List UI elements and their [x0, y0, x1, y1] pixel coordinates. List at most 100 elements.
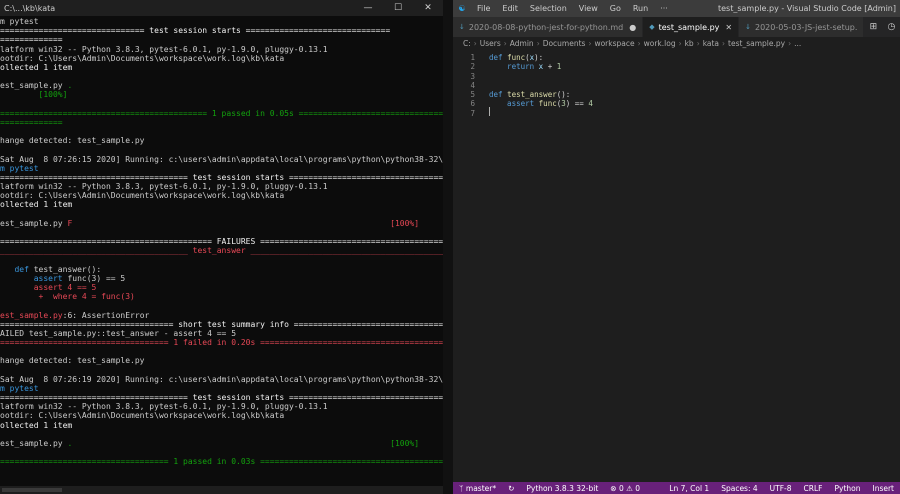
breadcrumb-item[interactable]: workspace	[594, 39, 634, 48]
terminal-line: Sat Aug 8 07:26:19 2020] Running: c:\use…	[0, 375, 443, 384]
terminal-line: hange detected: test_sample.py	[0, 136, 443, 145]
compare-icon[interactable]: ⊞	[864, 22, 882, 32]
menu-item[interactable]: Edit	[496, 0, 524, 17]
terminal-line: ========================================…	[0, 237, 443, 246]
breadcrumb-separator-icon: ›	[637, 39, 641, 48]
terminal-line: =============	[0, 118, 443, 127]
breadcrumb-item[interactable]: kata	[703, 39, 719, 48]
breadcrumb-item[interactable]: work.log	[644, 39, 676, 48]
terminal-text: c:\users\admin\appdata\local\programs\py…	[168, 374, 443, 384]
code-line: 5 def test_answer():	[453, 90, 900, 99]
terminal-text: hange detected: test_sample.py	[0, 356, 145, 366]
insert-mode[interactable]: Insert	[866, 484, 900, 493]
tab-label: 2020-08-08-python-jest-for-python.md	[468, 22, 624, 32]
terminal-line: ootdir: C:\Users\Admin\Documents\workspa…	[0, 191, 443, 200]
sync-icon[interactable]: ↻	[502, 484, 520, 493]
python-interpreter[interactable]: Python 3.8.3 32-bit	[520, 484, 604, 493]
language-mode[interactable]: Python	[828, 484, 866, 493]
encoding-status[interactable]: UTF-8	[764, 484, 798, 493]
terminal-text: ootdir: C:\Users\Admin\Documents\workspa…	[0, 191, 285, 201]
breadcrumb-item[interactable]: test_sample.py	[728, 39, 785, 48]
eol-status[interactable]: CRLF	[798, 484, 829, 493]
menu-item[interactable]: Go	[604, 0, 627, 17]
minimize-icon[interactable]: —	[353, 0, 383, 16]
terminal-line: assert 4 == 5	[0, 283, 443, 292]
cursor-position[interactable]: Ln 7, Col 1	[663, 484, 715, 493]
terminal-line: latform win32 -- Python 3.8.3, pytest-6.…	[0, 182, 443, 191]
code-token: 1	[556, 62, 562, 72]
terminal-text: est_sample.py	[0, 81, 68, 91]
history-icon[interactable]: ◷	[882, 22, 900, 32]
terminal-line: ollected 1 item	[0, 421, 443, 430]
vscode-window[interactable]: ☯ File Edit Selection View Go Run ··· test_sam…	[453, 0, 900, 494]
terminal-line: m pytest	[0, 17, 443, 26]
close-tab-icon[interactable]: ✕	[725, 23, 732, 32]
menu-bar: File Edit Selection View Go Run ···	[471, 0, 674, 17]
terminal-line: ============================== test sess…	[0, 26, 443, 35]
maximize-icon[interactable]: ☐	[383, 0, 413, 16]
branch-status[interactable]: ᛉ master*	[453, 484, 502, 493]
markdown-file-icon: ↓	[459, 23, 465, 31]
menu-item[interactable]: View	[573, 0, 604, 17]
menu-item[interactable]: Selection	[524, 0, 573, 17]
indentation-status[interactable]: Spaces: 4	[715, 484, 763, 493]
editor-tab[interactable]: ◆ test_sample.py ✕	[643, 17, 740, 37]
breadcrumb-item[interactable]: Documents	[543, 39, 586, 48]
code-line: 6 assert func(3) == 4	[453, 99, 900, 108]
tab-label: test_sample.py	[658, 22, 720, 32]
terminal-line: =================================== 1 fa…	[0, 338, 443, 347]
terminal-line: ==================================== sho…	[0, 320, 443, 329]
terminal-text: assert 4 == 5	[0, 282, 97, 292]
terminal-text: ollected 1 item	[0, 420, 73, 430]
menu-item[interactable]: File	[471, 0, 496, 17]
menu-item[interactable]: ···	[654, 0, 674, 17]
breadcrumb-item[interactable]: ...	[794, 39, 801, 48]
terminal-window[interactable]: C:\...\kb\kata — ☐ ✕ m pytest ===========…	[0, 0, 444, 494]
terminal-text: Sat Aug 8 07:26:19 2020] Running:	[0, 374, 169, 384]
breadcrumb-separator-icon: ›	[696, 39, 700, 48]
editor-tab-bar: ↓ 2020-08-08-python-jest-for-python.md ● ◆ t…	[453, 17, 900, 37]
terminal-text: AILED test_sample.py::test_answer - asse…	[0, 328, 237, 338]
terminal-line: [100%]	[0, 90, 443, 99]
code-line: 1 def func(x):	[453, 53, 900, 62]
breadcrumb-item[interactable]: Admin	[510, 39, 534, 48]
breadcrumb-item[interactable]: C:	[463, 39, 471, 48]
breadcrumb-item[interactable]: Users	[480, 39, 501, 48]
window-gap	[443, 0, 453, 494]
terminal-text: [100%]	[390, 438, 420, 448]
terminal-text: =================================== 1 pa…	[0, 457, 443, 467]
terminal-titlebar[interactable]: C:\...\kb\kata — ☐ ✕	[0, 0, 443, 16]
editor-actions: ⊞ ◷ ▶ ◫	[864, 17, 900, 37]
editor-tab[interactable]: ↓ 2020-05-03-JS-jest-setup.	[739, 17, 865, 37]
problems-status[interactable]: ⊗ 0 ⚠ 0	[604, 484, 646, 493]
code-line: 7	[453, 109, 900, 118]
code-line: 4	[453, 81, 900, 90]
terminal-text: test_answer():	[33, 264, 102, 274]
breadcrumb-item[interactable]: kb	[685, 39, 694, 48]
scrollbar-thumb[interactable]	[2, 488, 62, 492]
terminal-text: =================================== 1 fa…	[0, 338, 443, 348]
close-icon[interactable]: ✕	[413, 0, 443, 16]
breadcrumb-separator-icon: ›	[536, 39, 540, 48]
terminal-horizontal-scrollbar[interactable]	[0, 486, 443, 494]
terminal-line: est_sample.py . [100%]	[0, 439, 443, 448]
code-line: 2 return x + 1	[453, 62, 900, 71]
terminal-line: ollected 1 item	[0, 200, 443, 209]
terminal-line: =============	[0, 35, 443, 44]
terminal-text: latform win32 -- Python 3.8.3, pytest-6.…	[0, 44, 328, 54]
status-bar: ᛉ master* ↻ Python 3.8.3 32-bit ⊗ 0 ⚠ 0 …	[453, 482, 900, 494]
menu-item[interactable]: Run	[627, 0, 654, 17]
text-cursor	[489, 107, 490, 116]
code-editor[interactable]: 1 def func(x): 2 return x + 1 3 4 5 def test_a…	[453, 51, 900, 482]
terminal-text: est_sample.py	[0, 310, 63, 320]
modified-dot-icon[interactable]: ●	[629, 23, 636, 32]
breadcrumb-separator-icon: ›	[588, 39, 592, 48]
code-token: func	[507, 53, 526, 62]
editor-tab[interactable]: ↓ 2020-08-08-python-jest-for-python.md ●	[453, 17, 644, 37]
terminal-output[interactable]: m pytest ============================== t…	[0, 17, 443, 486]
